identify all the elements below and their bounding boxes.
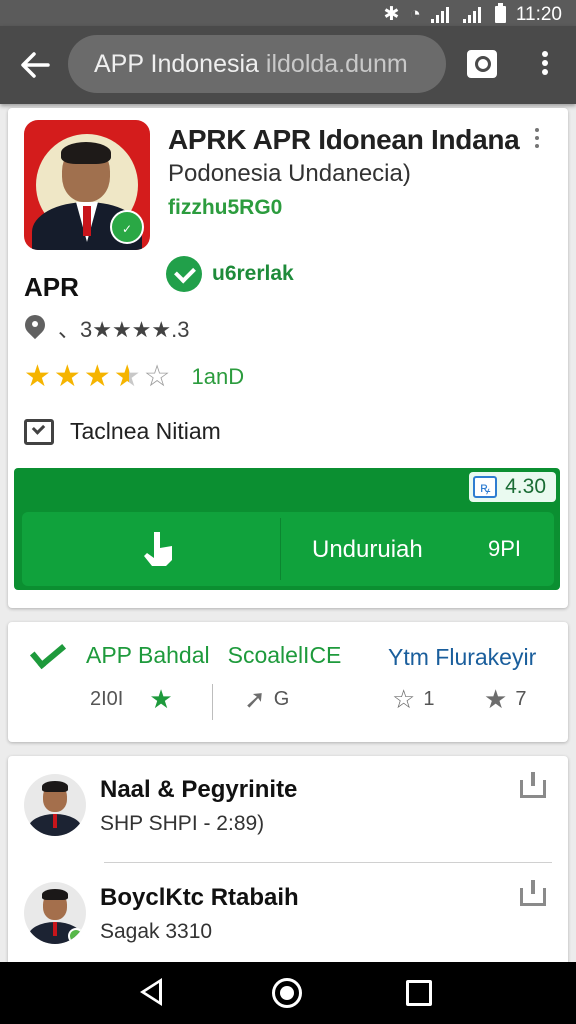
- app-title: APRK APR Idonean Indana: [168, 124, 520, 155]
- tabs-icon[interactable]: [467, 50, 497, 78]
- battery-icon: [494, 3, 506, 23]
- online-badge-icon: [68, 928, 84, 944]
- clock: 11:20: [515, 3, 562, 25]
- url-host: ildolda.dunm: [265, 50, 408, 78]
- price-tag-icon: ꝶ: [473, 476, 498, 498]
- stat-left-label: APP Bahdal: [86, 642, 210, 668]
- overflow-menu-icon[interactable]: [535, 49, 555, 81]
- category-row[interactable]: Taclnea Nitiam: [24, 418, 221, 445]
- stat-cell: 2I0I ★: [90, 686, 173, 712]
- install-label: Unduruiah: [312, 536, 423, 563]
- reviewer-name: Naal & Pegyrinite: [100, 776, 298, 803]
- nav-back-icon[interactable]: [140, 978, 162, 1006]
- share-icon[interactable]: [520, 772, 546, 798]
- verified-badge: u6rerlak: [166, 256, 294, 292]
- app-detail-card: ✓ APRK APR Idonean Indana Podonesia Unda…: [8, 108, 568, 608]
- install-panel: ꝶ 4.30 Unduruiah 9PI: [14, 468, 560, 590]
- stat-value: 7: [515, 687, 527, 710]
- verified-label: u6rerlak: [212, 262, 294, 285]
- price-value: 4.30: [505, 475, 546, 498]
- location-row: 、3★★★★.3: [24, 312, 189, 344]
- stat-cell: ➚ G: [244, 686, 289, 712]
- hand-pointer-icon: [144, 532, 172, 566]
- reviewer-name: BoyclKtc Rtabaih: [100, 884, 299, 911]
- stat-value: 2I0I: [90, 687, 124, 710]
- url-text: APP Indonesia: [94, 50, 259, 78]
- star-empty-icon: ☆: [143, 360, 171, 393]
- developer-link[interactable]: fizzhu5RG0: [168, 196, 282, 220]
- browser-toolbar: APP Indonesia ildolda.dunm: [0, 26, 576, 104]
- check-icon: [24, 643, 68, 669]
- stat-value: 1: [423, 687, 435, 710]
- price-chip: ꝶ 4.30: [469, 472, 556, 502]
- location-pin-icon: [24, 314, 46, 342]
- category-label: Taclnea Nitiam: [70, 418, 221, 444]
- rating-row: ★ ★ ★ ★ ☆ 1anD: [24, 362, 244, 392]
- stat-mid-label: ScoalelICE: [227, 642, 342, 668]
- wifi-icon: ◔: [409, 3, 421, 25]
- stat-value: G: [273, 687, 290, 710]
- avatar: [24, 882, 86, 944]
- app-short-name: APR: [24, 272, 79, 302]
- app-subtitle: Podonesia Undanecia): [168, 160, 411, 187]
- stats-card: APP Bahdal ScoalelICE Ytm Flurakeyir 2I0…: [8, 622, 568, 742]
- app-icon[interactable]: ✓: [24, 120, 150, 250]
- review-meta: Sagak 3310: [100, 920, 213, 943]
- reviews-card: Naal & Pegyrinite SHP SHPI - 2:89) Boycl…: [8, 756, 568, 976]
- star-icon: ★: [484, 684, 508, 714]
- star-outline-icon: ☆: [392, 684, 416, 714]
- signal-icon: [462, 6, 485, 23]
- location-text: 、3★★★★.3: [58, 317, 190, 342]
- nav-home-icon[interactable]: [272, 978, 302, 1008]
- star-full-icon: ★: [24, 360, 51, 393]
- url-bar[interactable]: APP Indonesia ildolda.dunm: [68, 35, 446, 93]
- more-options-icon[interactable]: [532, 126, 542, 154]
- system-nav-bar: [0, 962, 576, 1024]
- app-badge-icon: ✓: [110, 210, 144, 244]
- stat-cell: ★ 7: [484, 686, 526, 712]
- star-full-icon: ★: [83, 360, 111, 393]
- rating-count: 1anD: [191, 364, 245, 389]
- avatar: [24, 774, 86, 836]
- install-button[interactable]: Unduruiah 9PI: [22, 512, 554, 586]
- status-bar: ✱ ◔ 11:20: [0, 0, 576, 26]
- category-icon: [24, 418, 54, 445]
- stat-cell: ☆ 1: [392, 686, 434, 712]
- nav-recents-icon[interactable]: [406, 980, 432, 1006]
- stat-right-label[interactable]: Ytm Flurakeyir: [388, 644, 536, 671]
- star-full-icon: ★: [53, 360, 81, 393]
- review-meta: SHP SHPI - 2:89): [100, 812, 265, 835]
- share-icon[interactable]: [520, 880, 546, 906]
- mute-icon: ✱: [383, 4, 400, 25]
- star-green-icon: ★: [149, 684, 173, 714]
- verified-icon: [166, 256, 202, 292]
- share-arrow-icon: ➚: [244, 684, 266, 714]
- signal-icon: [430, 6, 453, 23]
- install-size: 9PI: [488, 536, 522, 561]
- star-half-icon: ★: [113, 360, 141, 393]
- divider: [104, 862, 552, 863]
- back-arrow-icon[interactable]: [18, 48, 52, 82]
